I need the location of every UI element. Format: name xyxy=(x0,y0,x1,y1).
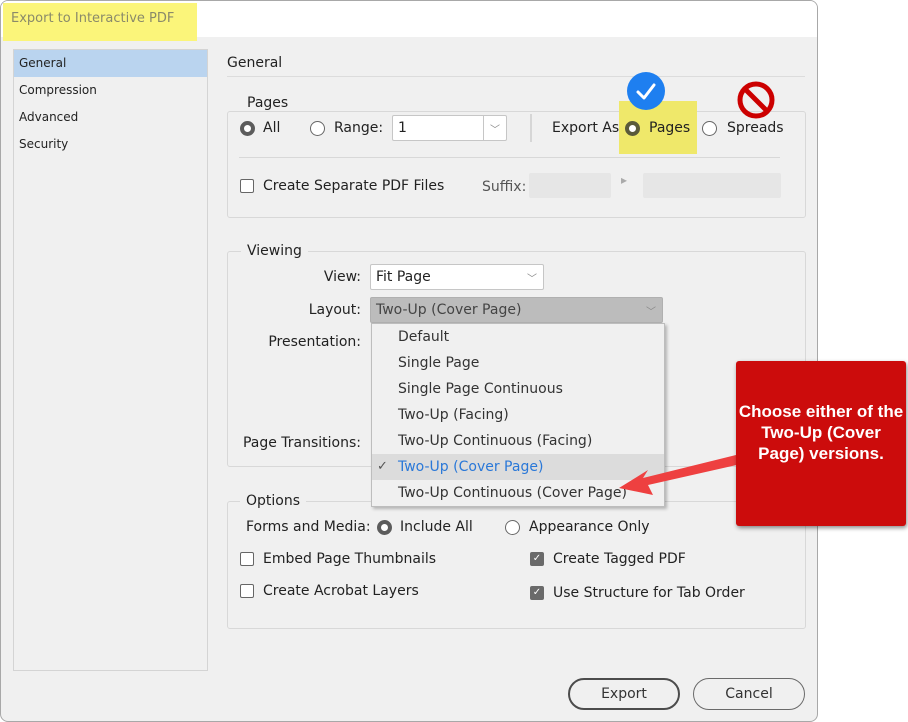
pages-inner-divider xyxy=(239,157,780,158)
pages-group-label: Pages xyxy=(241,95,295,111)
layout-option-single-page[interactable]: Single Page xyxy=(372,350,664,376)
export-pages-radio[interactable] xyxy=(625,121,640,136)
all-pages-radio[interactable] xyxy=(240,121,255,136)
export-spreads-radio[interactable] xyxy=(702,121,717,136)
section-divider xyxy=(227,76,805,77)
suffix-input[interactable] xyxy=(529,173,611,198)
checkmark-badge-icon xyxy=(627,72,665,110)
include-all-radio[interactable] xyxy=(377,520,392,535)
pointer-arrow-icon xyxy=(619,454,741,495)
layout-option-default[interactable]: Default xyxy=(372,324,664,350)
view-select[interactable]: Fit Page ﹀ xyxy=(370,264,544,290)
viewing-group-label: Viewing xyxy=(241,243,308,259)
export-dialog: Export to Interactive PDF General Compre… xyxy=(0,0,818,722)
layout-label: Layout: xyxy=(308,302,361,318)
range-input[interactable]: 1 ﹀ xyxy=(392,115,507,141)
export-pages-label: Pages xyxy=(649,120,691,136)
callout-text: Choose either of the Two-Up (Cover Page)… xyxy=(738,402,904,463)
appearance-only-radio[interactable] xyxy=(505,520,520,535)
view-chevron-down-icon: ﹀ xyxy=(527,274,537,285)
range-label: Range: xyxy=(334,120,384,136)
prohibited-sign-icon xyxy=(737,81,775,119)
page-transitions-label: Page Transitions: xyxy=(242,435,361,451)
dialog-title: Export to Interactive PDF xyxy=(11,11,175,26)
tab-order-label: Use Structure for Tab Order xyxy=(553,585,745,601)
appearance-only-label: Appearance Only xyxy=(529,519,650,535)
create-tagged-pdf-label: Create Tagged PDF xyxy=(553,551,686,567)
layout-value: Two-Up (Cover Page) xyxy=(376,302,522,318)
create-separate-pdf-label: Create Separate PDF Files xyxy=(263,178,445,194)
all-pages-label: All xyxy=(263,120,281,136)
export-spreads-label: Spreads xyxy=(727,120,784,136)
sidebar-item-compression[interactable]: Compression xyxy=(14,77,207,104)
range-value: 1 xyxy=(398,120,407,136)
layout-option-single-page-continuous[interactable]: Single Page Continuous xyxy=(372,376,664,402)
embed-thumbnails-checkbox[interactable] xyxy=(240,552,254,566)
range-chevron-down-icon[interactable]: ﹀ xyxy=(490,119,500,143)
presentation-label: Presentation: xyxy=(268,334,361,350)
sidebar-item-advanced[interactable]: Advanced xyxy=(14,104,207,131)
selected-checkmark-icon: ✓ xyxy=(377,459,388,474)
suffix-label: Suffix: xyxy=(482,179,527,195)
section-title: General xyxy=(227,55,283,71)
include-all-label: Include All xyxy=(400,519,473,535)
layout-select[interactable]: Two-Up (Cover Page) ﹀ xyxy=(370,297,663,323)
layout-option-two-up-facing[interactable]: Two-Up (Facing) xyxy=(372,402,664,428)
sidebar-nav: General Compression Advanced Security xyxy=(13,49,208,671)
range-radio[interactable] xyxy=(310,121,325,136)
acrobat-layers-checkbox[interactable] xyxy=(240,584,254,598)
sidebar-item-security[interactable]: Security xyxy=(14,131,207,158)
options-group-label: Options xyxy=(240,493,307,509)
suffix-preview-field xyxy=(643,173,781,198)
tab-order-checkbox[interactable]: ✓ xyxy=(530,586,544,600)
instruction-callout: Choose either of the Two-Up (Cover Page)… xyxy=(736,361,906,526)
export-button[interactable]: Export xyxy=(568,678,680,710)
export-as-label: Export As xyxy=(552,120,620,136)
create-tagged-pdf-checkbox[interactable]: ✓ xyxy=(530,552,544,566)
embed-thumbnails-label: Embed Page Thumbnails xyxy=(263,551,437,567)
acrobat-layers-label: Create Acrobat Layers xyxy=(263,583,419,599)
suffix-arrow-icon: ▸ xyxy=(621,173,628,187)
sidebar-item-general[interactable]: General xyxy=(14,50,207,77)
forms-media-label: Forms and Media: xyxy=(246,519,371,535)
title-bar: Export to Interactive PDF xyxy=(1,1,817,41)
view-value: Fit Page xyxy=(376,269,431,285)
layout-chevron-down-icon: ﹀ xyxy=(646,307,656,318)
view-label: View: xyxy=(323,269,361,285)
cancel-button[interactable]: Cancel xyxy=(693,678,805,710)
pages-separator xyxy=(530,114,532,142)
create-separate-pdf-checkbox[interactable] xyxy=(240,179,254,193)
